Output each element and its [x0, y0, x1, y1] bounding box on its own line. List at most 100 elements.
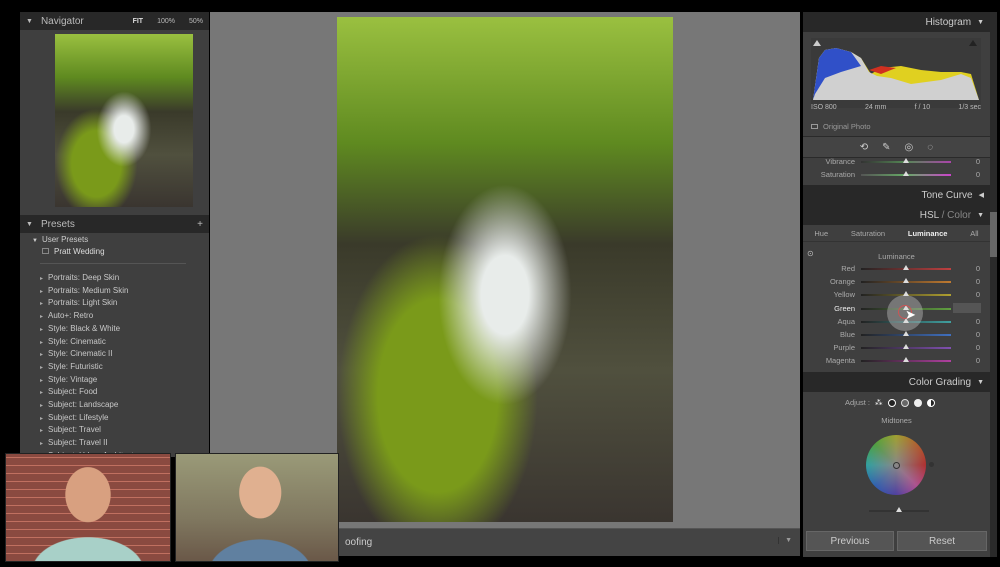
- shadows-icon[interactable]: [887, 398, 896, 407]
- photo-icon: [811, 124, 818, 129]
- histogram-header[interactable]: Histogram ▼: [803, 12, 990, 32]
- slider-label: Vibrance: [825, 157, 855, 166]
- slider-value: 0: [975, 264, 980, 273]
- preset-folder[interactable]: Portraits: Deep Skin: [40, 273, 119, 282]
- preset-folder[interactable]: Subject: Food: [40, 387, 97, 396]
- hsl-tab-luminance[interactable]: Luminance: [908, 229, 948, 238]
- adjust-label: Adjust :: [845, 398, 871, 407]
- zoom-fit[interactable]: FIT: [133, 18, 144, 25]
- right-scrollbar[interactable]: [990, 12, 997, 557]
- slider-label: Aqua: [837, 316, 855, 326]
- main-photo[interactable]: [337, 17, 673, 522]
- navigator-header[interactable]: ▼ Navigator FIT 100% 50%: [20, 12, 209, 30]
- presets-title: Presets: [40, 218, 75, 230]
- global-icon[interactable]: [926, 398, 935, 407]
- preset-item[interactable]: Pratt Wedding: [42, 247, 105, 256]
- preset-folder[interactable]: Portraits: Medium Skin: [40, 286, 128, 295]
- hsl-tab-saturation[interactable]: Saturation: [851, 229, 885, 238]
- slider-knob[interactable]: [903, 344, 909, 350]
- tone-curve-title: Tone Curve: [921, 189, 973, 201]
- slider-label: Yellow: [833, 290, 855, 300]
- slider-knob[interactable]: [903, 357, 909, 363]
- vibrance-slider[interactable]: Vibrance 0: [803, 155, 990, 168]
- preset-folder[interactable]: Style: Cinematic II: [40, 349, 112, 358]
- preset-folder[interactable]: Style: Vintage: [40, 375, 97, 384]
- user-presets-group[interactable]: ▼ User Presets: [32, 235, 88, 244]
- slider-value: 0: [975, 356, 980, 366]
- aperture-value: f / 10: [914, 104, 931, 111]
- highlights-icon[interactable]: [913, 398, 922, 407]
- left-panel: ▼ Navigator FIT 100% 50% ▼ Presets + ▼ Us…: [20, 12, 209, 460]
- hsl-tab-hue[interactable]: Hue: [814, 229, 828, 238]
- color-swatch[interactable]: [929, 462, 934, 467]
- green-value-field[interactable]: [953, 303, 981, 313]
- slider-value: 0: [975, 157, 980, 166]
- crop-tool-icon[interactable]: ⟲: [860, 142, 868, 153]
- midtones-color-wheel[interactable]: [866, 435, 926, 495]
- group-label: User Presets: [41, 235, 89, 244]
- preset-folder[interactable]: Style: Futuristic: [40, 362, 103, 371]
- hsl-slider-blue[interactable]: Blue 0: [803, 328, 990, 341]
- hsl-slider-orange[interactable]: Orange 0: [803, 275, 990, 288]
- hsl-slider-magenta[interactable]: Magenta 0: [803, 354, 990, 367]
- tone-curve-header[interactable]: Tone Curve ◀: [803, 185, 990, 205]
- red-eye-tool-icon[interactable]: ◎: [905, 142, 914, 153]
- preset-folder[interactable]: Style: Black & White: [40, 324, 120, 333]
- preset-folder[interactable]: Subject: Travel: [40, 425, 101, 434]
- three-way-icon[interactable]: ⁂: [875, 398, 883, 407]
- preset-folder[interactable]: Auto+: Retro: [40, 311, 93, 320]
- webcam-video-2: [175, 453, 339, 562]
- previous-button[interactable]: Previous: [806, 531, 894, 551]
- slider-value: 0: [975, 290, 980, 300]
- expand-icon: ◀: [978, 192, 984, 199]
- histogram-chart: [811, 38, 981, 108]
- color-title[interactable]: Color: [947, 210, 971, 221]
- masking-tool-icon[interactable]: ◌: [927, 142, 933, 153]
- preset-folder[interactable]: Style: Cinematic: [40, 337, 106, 346]
- iso-value: ISO 800: [811, 104, 837, 111]
- midtones-icon[interactable]: [900, 398, 909, 407]
- slider-knob[interactable]: [903, 278, 909, 284]
- preset-label: Pratt Wedding: [54, 247, 105, 256]
- slider-knob[interactable]: [903, 265, 909, 270]
- saturation-slider[interactable]: Saturation 0: [803, 168, 990, 181]
- slider-label: Red: [841, 264, 855, 273]
- preset-folder[interactable]: Subject: Landscape: [40, 400, 118, 409]
- toolbar-menu-icon[interactable]: ▼: [778, 537, 792, 544]
- original-photo-toggle[interactable]: Original Photo: [811, 122, 871, 131]
- zoom-50[interactable]: 50%: [189, 18, 203, 25]
- title-separator: /: [938, 209, 948, 221]
- navigator-preview[interactable]: [55, 34, 193, 207]
- slider-label: Orange: [829, 277, 855, 287]
- preset-folder[interactable]: Portraits: Light Skin: [40, 298, 117, 307]
- slider-label: Magenta: [825, 356, 855, 366]
- slider-knob[interactable]: [903, 331, 909, 336]
- add-preset-button[interactable]: +: [197, 219, 203, 230]
- hsl-slider-red[interactable]: Red 0: [803, 262, 990, 275]
- luminance-slider[interactable]: [869, 507, 929, 512]
- collapse-icon: ▼: [26, 17, 33, 25]
- shutter-speed: 1/3 sec: [958, 104, 981, 111]
- color-grading-header[interactable]: Color Grading ▼: [803, 372, 990, 392]
- preset-folder[interactable]: Subject: Lifestyle: [40, 413, 108, 422]
- mouse-cursor-icon: ➤: [905, 307, 916, 322]
- hsl-tab-all[interactable]: All: [970, 229, 978, 238]
- reset-button[interactable]: Reset: [897, 531, 987, 551]
- divider: [40, 263, 186, 264]
- webcam-video-1: [5, 453, 171, 562]
- slider-value: 0: [975, 316, 980, 326]
- healing-tool-icon[interactable]: ✎: [882, 142, 890, 153]
- slider-label: Green: [834, 303, 855, 313]
- slider-value: 0: [975, 343, 980, 353]
- hsl-slider-purple[interactable]: Purple 0: [803, 341, 990, 354]
- luminance-section-label: Luminance: [878, 252, 915, 261]
- slider-value: 0: [975, 277, 980, 287]
- soft-proofing-label[interactable]: oofing: [345, 537, 372, 548]
- presets-header[interactable]: ▼ Presets +: [20, 215, 209, 233]
- slider-label: Purple: [833, 343, 855, 353]
- preset-folder[interactable]: Subject: Travel II: [40, 438, 108, 447]
- zoom-100[interactable]: 100%: [157, 18, 175, 25]
- slider-label: Saturation: [820, 170, 855, 179]
- hsl-header[interactable]: HSL / Color ▼: [803, 205, 990, 225]
- histogram-title: Histogram: [925, 16, 972, 28]
